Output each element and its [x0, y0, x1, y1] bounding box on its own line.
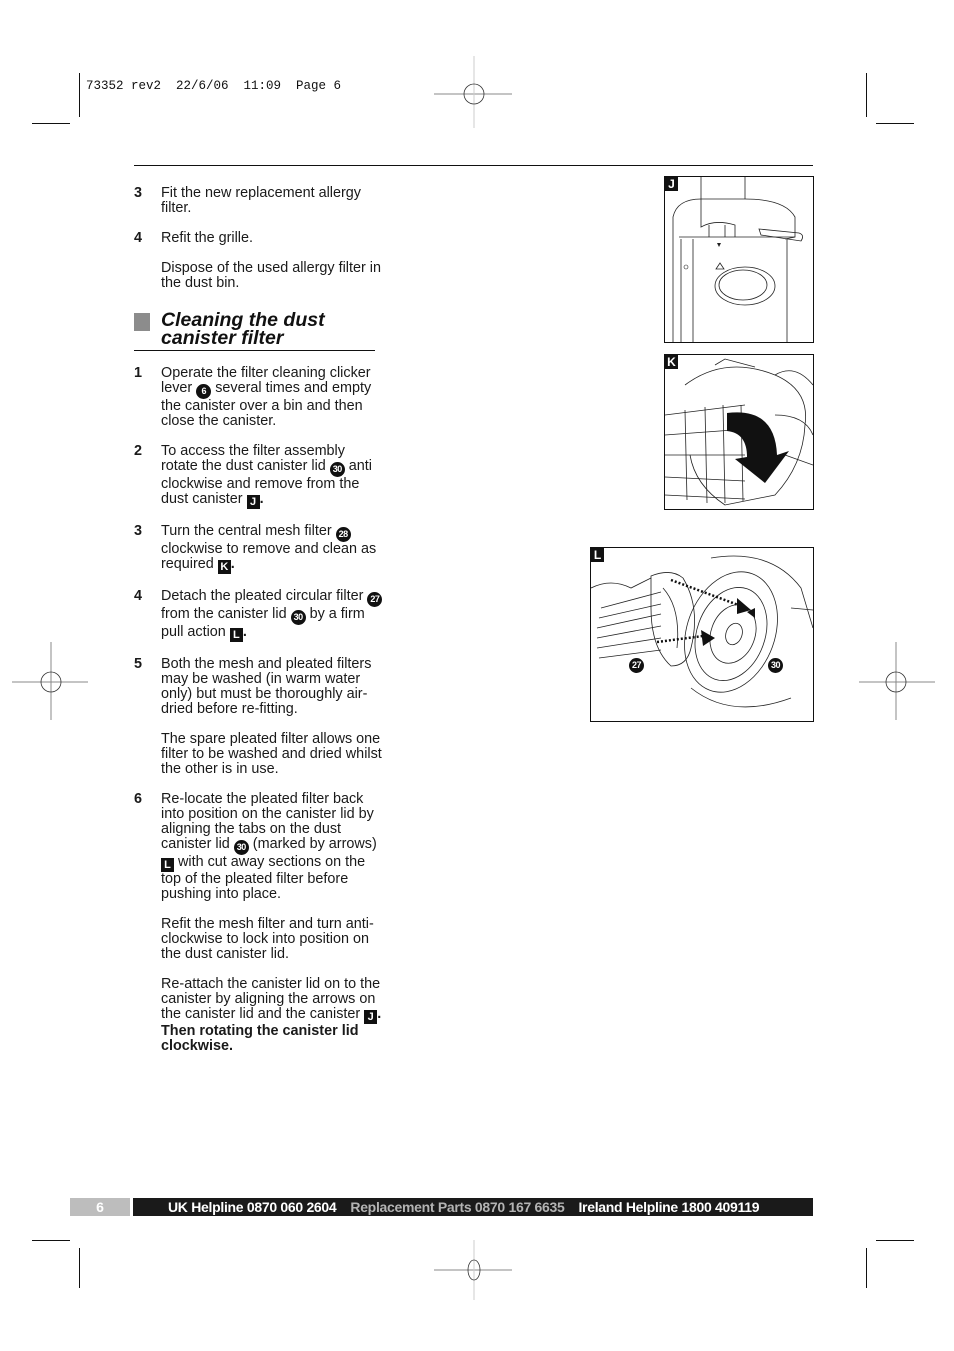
figure-label: L [591, 548, 604, 562]
heading-square-icon [134, 313, 150, 331]
registration-mark-icon [434, 56, 512, 128]
step-text: Refit the grille. [161, 230, 253, 246]
part-callout-badge: 30 [768, 658, 783, 673]
step-5: 5 Both the mesh and pleated filters may … [134, 657, 384, 717]
step-number: 2 [134, 443, 143, 459]
step-text: Fit the new replacement allergy filter. [161, 185, 361, 216]
part-callout-badge: 6 [196, 384, 212, 399]
crop-mark [876, 1240, 914, 1241]
part-callout-badge: 30 [290, 610, 306, 625]
step-number: 6 [134, 791, 143, 807]
figure-ref-badge: J [246, 495, 260, 509]
text: . [259, 491, 264, 507]
text: from the canister lid [161, 606, 291, 622]
text: Detach the pleated circular filter [161, 588, 368, 604]
canister-illustration [672, 177, 803, 342]
step-number: 4 [134, 230, 143, 246]
intro-step: 4 Refit the grille. [134, 231, 384, 246]
figure-ref-badge: J [364, 1010, 378, 1024]
crop-mark [866, 1248, 867, 1288]
note: Re-attach the canister lid on to the can… [161, 977, 384, 1054]
step-number: 3 [134, 185, 143, 201]
text: (marked by arrows) [248, 836, 377, 852]
page-number: 6 [70, 1198, 130, 1216]
step-3: 3 Turn the central mesh filter 28 clockw… [134, 524, 384, 574]
section-heading: Cleaning the dust canister filter [134, 309, 375, 351]
intro-note: Dispose of the used allergy filter in th… [161, 260, 381, 291]
step-number: 4 [134, 588, 143, 604]
step-text: Both the mesh and pleated filters may be… [161, 656, 372, 717]
crop-mark [32, 123, 70, 124]
step-text: Turn the central mesh filter 28 clockwis… [161, 524, 384, 574]
figure-ref-badge: L [229, 628, 243, 642]
text: . [242, 624, 247, 640]
step-6: 6 Re-locate the pleated filter back into… [134, 792, 384, 902]
step-4: 4 Detach the pleated circular filter 27 … [134, 589, 384, 642]
part-callout-badge: 30 [233, 840, 249, 855]
text: Re-attach the canister lid on to the can… [161, 976, 381, 1022]
helpline-bar: UK Helpline 0870 060 2604 Replacement Par… [133, 1198, 813, 1216]
note: Refit the mesh filter and turn anti-cloc… [161, 916, 374, 962]
figure-k: K [664, 354, 814, 510]
text: . [230, 556, 235, 572]
part-callout-badge: 30 [329, 462, 345, 477]
mesh-filter-illustration [665, 358, 813, 506]
step-text: Detach the pleated circular filter 27 fr… [161, 589, 384, 642]
step-number: 3 [134, 523, 143, 539]
section-title: Cleaning the dust canister filter [161, 309, 325, 349]
crop-mark [32, 1240, 70, 1241]
step-number: 5 [134, 656, 143, 672]
step-number: 1 [134, 365, 143, 381]
figure-label: J [665, 177, 678, 191]
step-text: Operate the filter cleaning clicker leve… [161, 366, 384, 429]
ireland-helpline: Ireland Helpline 1800 409119 [578, 1199, 760, 1215]
part-callout-badge: 27 [629, 658, 644, 673]
text: Turn the central mesh filter [161, 523, 336, 539]
registration-mark-icon [434, 1240, 512, 1300]
step-1: 1 Operate the filter cleaning clicker le… [134, 366, 384, 429]
step-text: To access the filter assembly rotate the… [161, 444, 384, 509]
crop-mark [866, 73, 867, 117]
footer-bar: 6 UK Helpline 0870 060 2604 Replacement P… [70, 1198, 813, 1216]
text: with cut away sections on the top of the… [161, 854, 366, 902]
print-slug: 73352 rev2 22/6/06 11:09 Page 6 [86, 79, 342, 93]
step-text: Re-locate the pleated filter back into p… [161, 792, 384, 902]
crop-mark [79, 73, 80, 117]
instructions-column: 3 Fit the new replacement allergy filter… [134, 186, 384, 1069]
part-callout-badge: 28 [335, 527, 351, 542]
text: To access the filter assembly rotate the… [161, 443, 345, 474]
crop-mark [79, 1248, 80, 1288]
figure-ref-badge: K [217, 560, 231, 574]
registration-mark-icon [12, 642, 88, 720]
step-2: 2 To access the filter assembly rotate t… [134, 444, 384, 509]
crop-mark [876, 123, 914, 124]
text: clockwise to remove and clean as require… [161, 541, 377, 572]
figure-j: J [664, 176, 814, 343]
uk-helpline: UK Helpline 0870 060 2604 [168, 1199, 337, 1215]
note: The spare pleated filter allows one filt… [161, 731, 382, 777]
figure-ref-badge: L [161, 858, 174, 872]
registration-mark-icon [859, 642, 935, 720]
intro-step: 3 Fit the new replacement allergy filter… [134, 186, 384, 216]
figure-l: L 27 30 [590, 547, 814, 722]
replacement-parts-line: Replacement Parts 0870 167 6635 [350, 1199, 565, 1215]
part-callout-badge: 27 [367, 592, 383, 607]
header-rule [134, 165, 813, 166]
figure-label: K [665, 355, 678, 369]
pleated-filter-illustration [591, 555, 813, 708]
